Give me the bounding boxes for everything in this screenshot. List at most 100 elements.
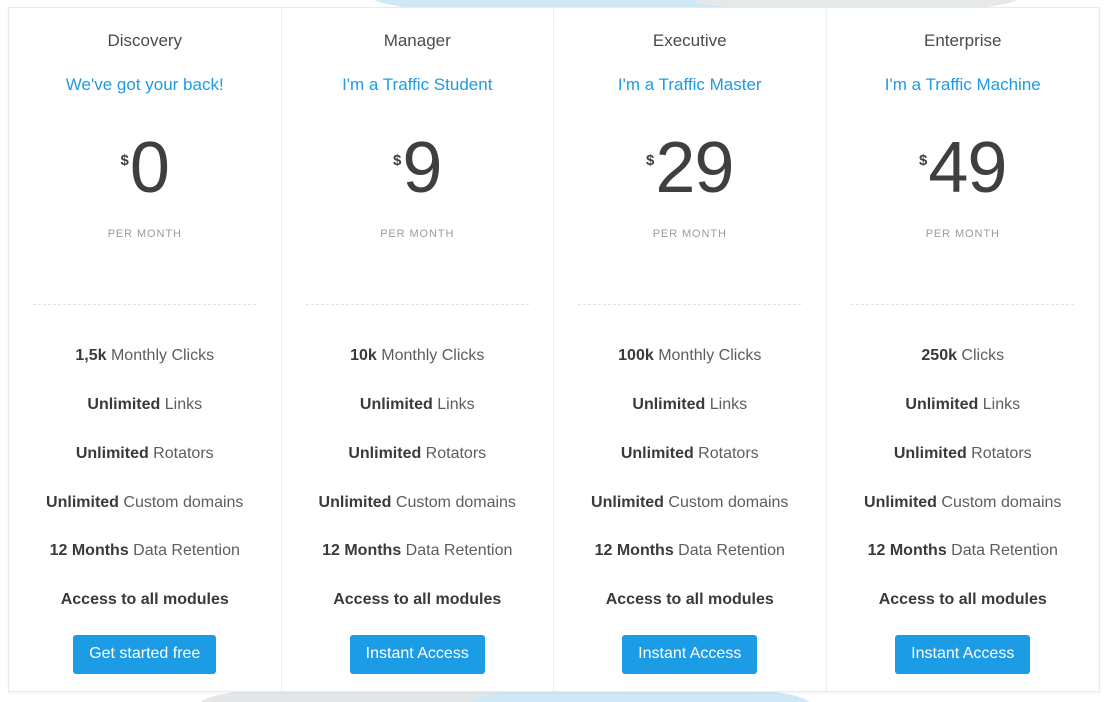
price-period: PER MONTH (652, 228, 727, 241)
feature-item: 10k Monthly Clicks (342, 346, 492, 367)
plan-column: Executive I'm a Traffic Master $29 PER MONT… (554, 8, 827, 691)
dashed-separator (851, 304, 1075, 306)
dashed-separator (578, 304, 802, 306)
plan-cta-button[interactable]: Instant Access (349, 634, 485, 674)
cta-container: Instant Access (554, 634, 826, 674)
feature-item: 12 Months Data Retention (314, 541, 520, 562)
price-currency-symbol: $ (919, 152, 928, 170)
feature-item: Unlimited Links (624, 395, 755, 416)
feature-item: 12 Months Data Retention (587, 541, 793, 562)
feature-highlight: Unlimited (87, 395, 161, 413)
feature-highlight: Access to all modules (60, 591, 229, 609)
feature-text: Custom domains (936, 493, 1062, 511)
feature-item: Unlimited Custom domains (856, 493, 1069, 514)
feature-highlight: 100k (618, 347, 654, 365)
feature-text: Rotators (148, 444, 214, 462)
price-amount: 49 (928, 128, 1007, 209)
price-period: PER MONTH (107, 228, 182, 241)
feature-text: Rotators (966, 444, 1032, 462)
feature-list: 100k Monthly Clicks Unlimited Links Unlimi… (554, 346, 826, 611)
feature-item: 250k Clicks (913, 346, 1012, 367)
plan-tagline: I'm a Traffic Machine (884, 75, 1041, 95)
feature-highlight: Unlimited (893, 444, 967, 462)
feature-text: Links (978, 395, 1021, 413)
feature-text: Custom domains (391, 493, 516, 511)
feature-item: Unlimited Rotators (886, 444, 1040, 465)
feature-text: Monthly Clicks (653, 347, 762, 365)
feature-list: 250k Clicks Unlimited Links Unlimited Rota… (827, 346, 1100, 611)
price-currency-symbol: $ (646, 152, 655, 170)
feature-text: Links (160, 395, 203, 413)
feature-item: Access to all modules (325, 590, 509, 611)
feature-item: Unlimited Custom domains (311, 493, 524, 514)
feature-item: Unlimited Custom domains (38, 493, 251, 514)
price-period: PER MONTH (925, 228, 1000, 241)
feature-item: Access to all modules (53, 590, 237, 611)
price-currency-symbol: $ (120, 152, 129, 170)
feature-item: Unlimited Links (79, 395, 210, 416)
feature-item: Unlimited Custom domains (583, 493, 796, 514)
feature-item: Access to all modules (871, 590, 1055, 611)
plan-tagline: We've got your back! (65, 75, 224, 95)
plan-column: Manager I'm a Traffic Student $9 PER MONTH 1… (282, 8, 554, 691)
feature-highlight: 12 Months (594, 542, 674, 560)
feature-list: 1,5k Monthly Clicks Unlimited Links Unlimi… (9, 346, 281, 611)
feature-text: Monthly Clicks (376, 347, 485, 365)
feature-highlight: Unlimited (318, 493, 392, 511)
cta-container: Get started free (9, 634, 281, 674)
feature-text: Rotators (421, 444, 487, 462)
feature-text: Monthly Clicks (106, 347, 215, 365)
price-amount: 0 (129, 128, 170, 209)
feature-item: 1,5k Monthly Clicks (67, 346, 222, 367)
feature-text: Custom domains (663, 493, 789, 511)
feature-highlight: 250k (921, 347, 957, 365)
feature-highlight: Unlimited (46, 493, 119, 511)
plan-name: Discovery (107, 31, 183, 50)
feature-highlight: Unlimited (905, 395, 979, 413)
feature-text: Data Retention (673, 542, 785, 560)
feature-text: Links (705, 395, 748, 413)
feature-item: Unlimited Links (352, 395, 483, 416)
feature-highlight: 12 Months (867, 542, 947, 560)
plan-name: Manager (383, 31, 451, 50)
feature-item: 12 Months Data Retention (42, 541, 248, 562)
feature-highlight: Access to all modules (878, 591, 1047, 609)
feature-highlight: Access to all modules (605, 591, 774, 609)
plan-column: Enterprise I'm a Traffic Machine $49 PER MO… (827, 8, 1100, 691)
price-block: $49 (919, 128, 1007, 209)
feature-item: Unlimited Links (897, 395, 1028, 416)
dashed-separator (33, 304, 257, 306)
plan-column: Discovery We've got your back! $0 PER MONTH… (9, 8, 282, 691)
plan-cta-button[interactable]: Get started free (73, 634, 217, 674)
price-block: $0 (120, 128, 170, 209)
feature-text: Clicks (956, 347, 1005, 365)
plan-tagline: I'm a Traffic Master (617, 75, 762, 95)
feature-text: Data Retention (128, 542, 240, 560)
feature-highlight: 10k (350, 347, 377, 365)
feature-highlight: Unlimited (620, 444, 694, 462)
feature-item: Unlimited Rotators (340, 444, 494, 465)
price-amount: 29 (655, 128, 734, 209)
feature-text: Links (432, 395, 475, 413)
plan-tagline: I'm a Traffic Student (342, 75, 493, 95)
plan-cta-button[interactable]: Instant Access (622, 634, 758, 674)
price-currency-symbol: $ (393, 152, 402, 170)
feature-highlight: 1,5k (75, 347, 107, 365)
feature-item: Access to all modules (598, 590, 782, 611)
cta-container: Instant Access (827, 634, 1100, 674)
plan-cta-button[interactable]: Instant Access (895, 634, 1031, 674)
feature-item: 12 Months Data Retention (860, 541, 1066, 562)
feature-highlight: Access to all modules (333, 591, 502, 609)
feature-text: Data Retention (401, 542, 513, 560)
cta-container: Instant Access (282, 634, 554, 674)
feature-highlight: Unlimited (75, 444, 149, 462)
price-block: $29 (646, 128, 734, 209)
dashed-separator (305, 304, 529, 306)
feature-item: Unlimited Rotators (68, 444, 222, 465)
feature-text: Custom domains (118, 493, 244, 511)
plan-name: Executive (652, 31, 727, 50)
feature-highlight: 12 Months (49, 542, 129, 560)
price-block: $9 (393, 132, 442, 207)
feature-highlight: Unlimited (348, 444, 422, 462)
feature-text: Rotators (693, 444, 759, 462)
